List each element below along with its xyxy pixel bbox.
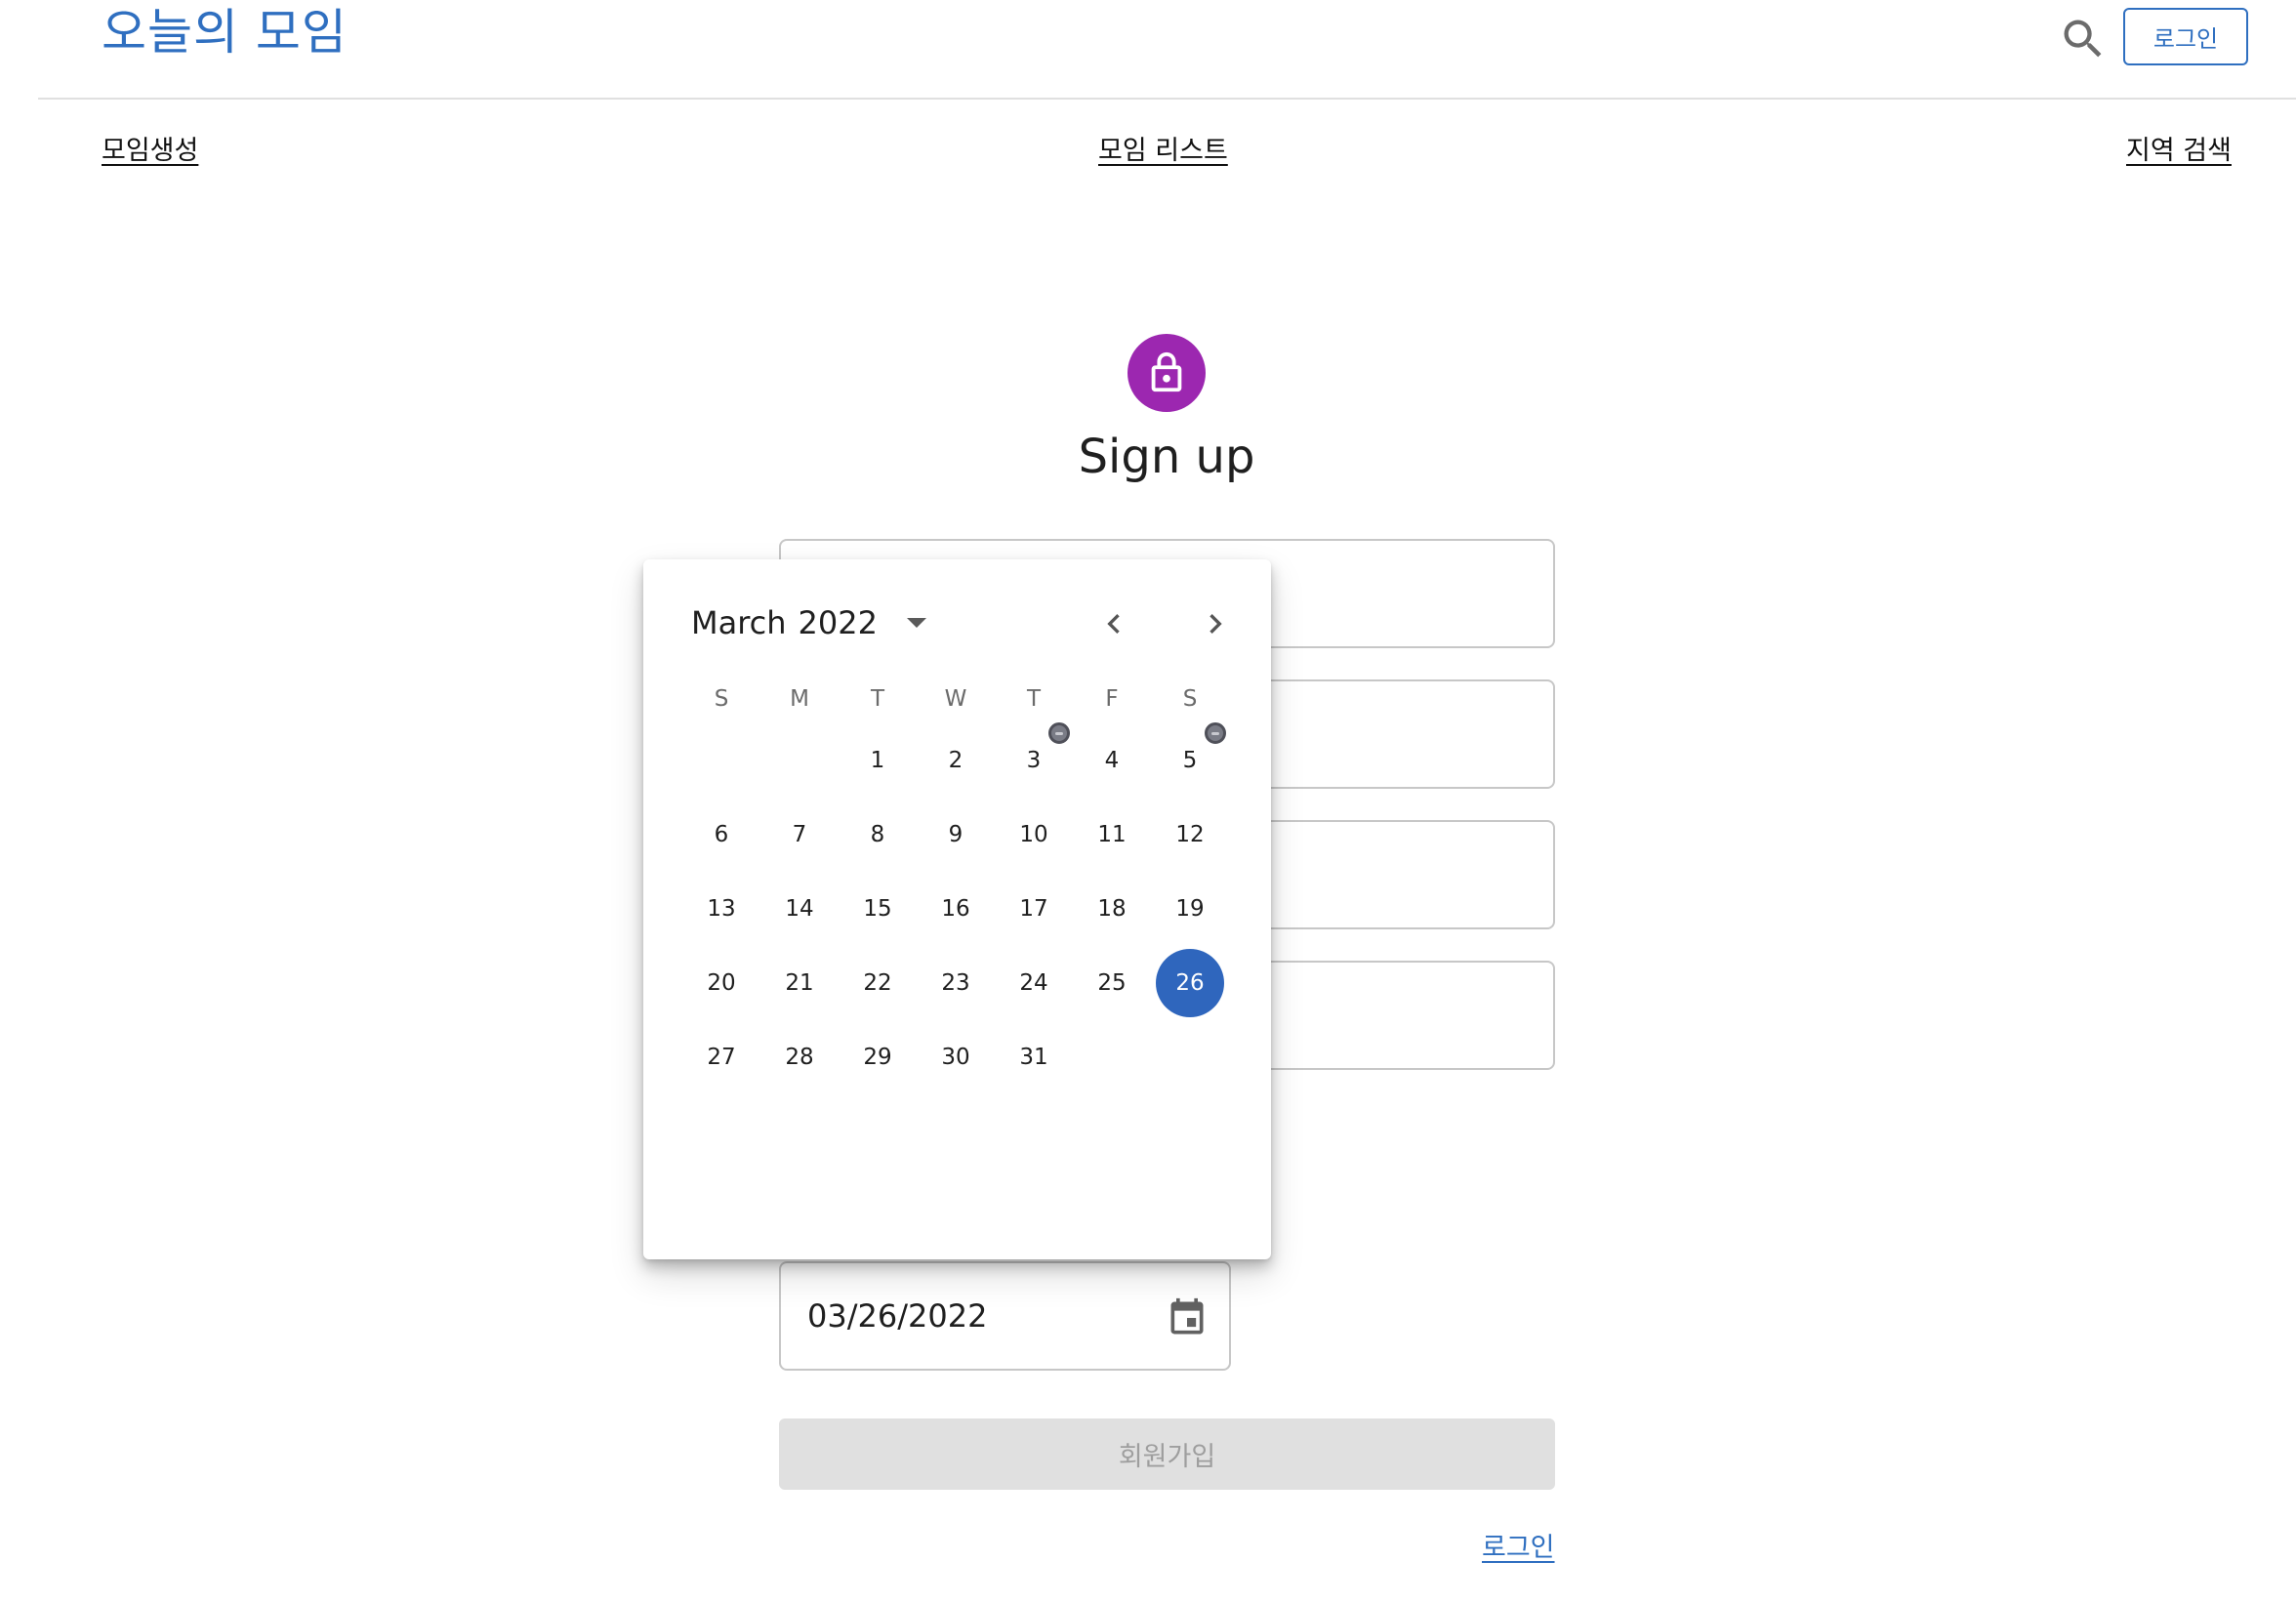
chevron-left-icon: [1107, 614, 1120, 634]
previous-month-button[interactable]: [1090, 600, 1137, 647]
calendar-day[interactable]: 14: [765, 875, 834, 943]
calendar-day[interactable]: 28: [765, 1023, 834, 1091]
nav-link-create-meeting[interactable]: 모임생성: [102, 129, 198, 167]
chevron-right-icon: [1210, 614, 1222, 634]
calendar-day[interactable]: 9: [922, 801, 990, 869]
calendar-day[interactable]: 8: [843, 801, 912, 869]
weekday-label: F: [1105, 686, 1119, 712]
next-month-button[interactable]: [1192, 600, 1239, 647]
calendar-day[interactable]: 10: [1000, 801, 1068, 869]
calendar-day[interactable]: 24: [1000, 949, 1068, 1017]
lock-icon: [1151, 351, 1182, 392]
page-title: Sign up: [1078, 430, 1255, 484]
weekday-label: T: [1026, 686, 1042, 712]
search-button[interactable]: [2058, 14, 2109, 64]
calendar-day[interactable]: 13: [687, 875, 756, 943]
calendar-day[interactable]: 21: [765, 949, 834, 1017]
birthdate-value: 03/26/2022: [807, 1297, 988, 1335]
calendar-button[interactable]: [1166, 1296, 1209, 1339]
login-link[interactable]: 로그인: [1482, 1526, 1555, 1564]
calendar-day[interactable]: 18: [1078, 875, 1146, 943]
brand-logo[interactable]: 오늘의 모임: [102, 0, 348, 64]
calendar-day[interactable]: 12: [1156, 801, 1224, 869]
calendar-day[interactable]: 4: [1078, 726, 1146, 795]
month-year-selector[interactable]: March 2022: [691, 598, 926, 647]
calendar-day[interactable]: 6: [687, 801, 756, 869]
calendar-day[interactable]: 20: [687, 949, 756, 1017]
calendar-day[interactable]: 30: [922, 1023, 990, 1091]
event-marker-icon: [1048, 722, 1070, 744]
nav-link-meeting-list[interactable]: 모임 리스트: [1098, 129, 1228, 167]
search-icon: [2064, 20, 2102, 58]
calendar-day-selected[interactable]: 26: [1156, 949, 1224, 1017]
calendar-day[interactable]: 7: [765, 801, 834, 869]
calendar-day[interactable]: 19: [1156, 875, 1224, 943]
calendar-day[interactable]: 11: [1078, 801, 1146, 869]
calendar-day[interactable]: 2: [922, 726, 990, 795]
calendar-day[interactable]: 25: [1078, 949, 1146, 1017]
year-label: 2022: [798, 604, 878, 641]
header-divider: [38, 98, 2296, 100]
weekday-label: T: [870, 686, 885, 712]
birthdate-field[interactable]: 03/26/2022: [779, 1261, 1231, 1371]
calendar-icon: [1170, 1297, 1204, 1335]
nav-link-region-search[interactable]: 지역 검색: [2126, 129, 2232, 167]
calendar-day[interactable]: 22: [843, 949, 912, 1017]
calendar-day[interactable]: 27: [687, 1023, 756, 1091]
calendar-day[interactable]: 17: [1000, 875, 1068, 943]
weekday-label: W: [944, 686, 967, 712]
login-button[interactable]: 로그인: [2123, 8, 2248, 65]
event-marker-icon: [1205, 722, 1226, 744]
weekday-label: S: [1182, 686, 1198, 712]
top-bar: 오늘의 모임 로그인: [0, 0, 2296, 99]
calendar-day[interactable]: 31: [1000, 1023, 1068, 1091]
calendar-day[interactable]: 15: [843, 875, 912, 943]
calendar-day[interactable]: 16: [922, 875, 990, 943]
weekday-label: M: [790, 686, 809, 712]
signup-submit-button[interactable]: 회원가입: [779, 1418, 1555, 1490]
calendar-day[interactable]: 29: [843, 1023, 912, 1091]
caret-down-icon: [906, 618, 926, 628]
calendar-day[interactable]: 1: [843, 726, 912, 795]
month-label: March: [691, 604, 787, 641]
lock-avatar: [1128, 334, 1206, 412]
weekday-label: S: [714, 686, 729, 712]
calendar-day[interactable]: 23: [922, 949, 990, 1017]
date-picker-popover: March 2022 S M T W T F S 1 2 3 4 5 6 7 8 9 10 11 12 13 14 15 1…: [643, 559, 1271, 1259]
